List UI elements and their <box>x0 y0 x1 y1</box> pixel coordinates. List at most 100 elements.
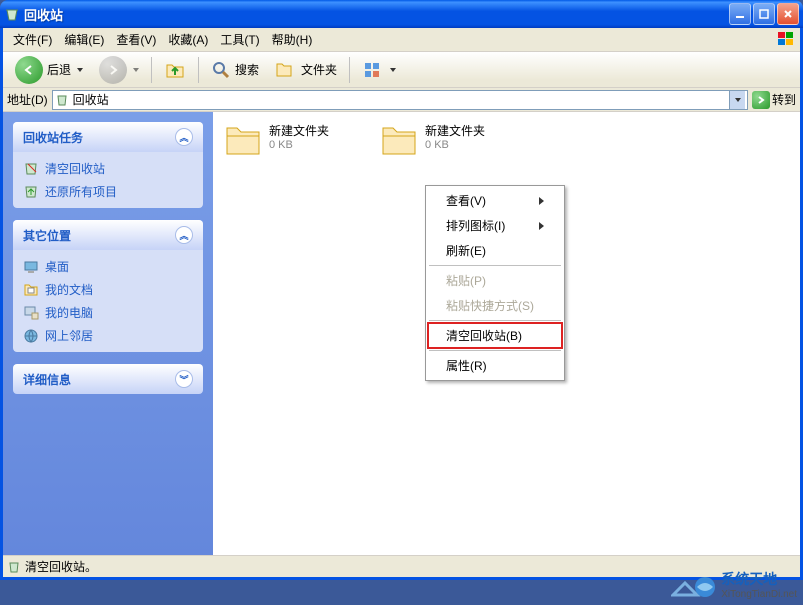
panel-details: 详细信息 ︾ <box>13 364 203 394</box>
watermark: 系统天地 XiTongTianDi.net <box>671 567 797 601</box>
watermark-logo-icon <box>671 567 717 601</box>
search-icon <box>211 60 231 80</box>
place-label: 桌面 <box>45 258 69 275</box>
go-arrow-icon <box>752 91 770 109</box>
panel-other-places: 其它位置 ︽ 桌面 我的文档 我的电脑 <box>13 220 203 352</box>
separator <box>349 57 350 83</box>
back-label: 后退 <box>47 61 71 78</box>
ctx-refresh[interactable]: 刷新(E) <box>428 238 562 263</box>
ctx-paste-shortcut: 粘贴快捷方式(S) <box>428 293 562 318</box>
place-label: 我的电脑 <box>45 304 93 321</box>
task-label: 还原所有项目 <box>45 183 117 200</box>
go-label: 转到 <box>772 91 796 108</box>
address-input[interactable]: 回收站 <box>52 90 748 110</box>
chevron-down-icon: ︾ <box>175 370 193 388</box>
separator <box>429 350 561 351</box>
ctx-view[interactable]: 查看(V) <box>428 188 562 213</box>
panel-recycle-tasks: 回收站任务 ︽ 清空回收站 还原所有项目 <box>13 122 203 208</box>
ctx-paste: 粘贴(P) <box>428 268 562 293</box>
forward-button[interactable] <box>93 53 145 87</box>
item-meta: 0 KB <box>269 139 329 151</box>
computer-icon <box>23 305 39 321</box>
title-bar: 回收站 <box>0 0 803 28</box>
recycle-bin-icon <box>7 560 21 574</box>
panel-header-places[interactable]: 其它位置 ︽ <box>13 220 203 250</box>
place-label: 我的文档 <box>45 281 93 298</box>
go-button[interactable]: 转到 <box>752 91 796 109</box>
folders-icon <box>275 60 297 80</box>
documents-icon <box>23 282 39 298</box>
window-title: 回收站 <box>24 5 729 24</box>
panel-title: 详细信息 <box>23 371 71 388</box>
folder-up-icon <box>164 59 186 81</box>
separator <box>429 320 561 321</box>
watermark-title: 系统天地 <box>721 569 797 589</box>
ctx-label: 排列图标(I) <box>446 217 505 234</box>
place-network[interactable]: 网上邻居 <box>23 327 193 344</box>
menu-tools[interactable]: 工具(T) <box>214 29 265 50</box>
status-text: 清空回收站。 <box>25 558 97 575</box>
ctx-empty-recycle-bin[interactable]: 清空回收站(B) <box>428 323 562 348</box>
recycle-bin-icon <box>4 6 20 22</box>
address-value: 回收站 <box>73 91 725 108</box>
minimize-button[interactable] <box>729 3 751 25</box>
ctx-properties[interactable]: 属性(R) <box>428 353 562 378</box>
address-label: 地址(D) <box>7 91 48 108</box>
folder-icon <box>223 122 263 158</box>
place-my-documents[interactable]: 我的文档 <box>23 281 193 298</box>
separator <box>198 57 199 83</box>
place-desktop[interactable]: 桌面 <box>23 258 193 275</box>
menu-help[interactable]: 帮助(H) <box>266 29 319 50</box>
back-arrow-icon <box>15 56 43 84</box>
sidebar: 回收站任务 ︽ 清空回收站 还原所有项目 其它位置 <box>3 112 213 555</box>
item-meta: 0 KB <box>425 139 485 151</box>
folders-label: 文件夹 <box>301 61 337 78</box>
item-name: 新建文件夹 <box>269 122 329 139</box>
task-restore-all[interactable]: 还原所有项目 <box>23 183 193 200</box>
recycle-bin-icon <box>55 93 69 107</box>
task-empty-recycle-bin[interactable]: 清空回收站 <box>23 160 193 177</box>
ctx-label: 粘贴快捷方式(S) <box>446 297 534 314</box>
maximize-button[interactable] <box>753 3 775 25</box>
ctx-label: 粘贴(P) <box>446 272 486 289</box>
context-menu: 查看(V) 排列图标(I) 刷新(E) 粘贴(P) 粘贴快捷方式(S) 清空回收… <box>425 185 565 381</box>
list-item[interactable]: 新建文件夹 0 KB <box>379 122 485 158</box>
empty-recycle-icon <box>23 161 39 177</box>
address-bar: 地址(D) 回收站 转到 <box>3 88 800 112</box>
ctx-label: 刷新(E) <box>446 242 486 259</box>
menu-edit[interactable]: 编辑(E) <box>58 29 110 50</box>
submenu-arrow-icon <box>539 197 544 205</box>
folders-button[interactable]: 文件夹 <box>269 57 343 83</box>
list-item[interactable]: 新建文件夹 0 KB <box>223 122 329 158</box>
chevron-down-icon <box>390 68 396 72</box>
restore-icon <box>23 184 39 200</box>
chevron-up-icon: ︽ <box>175 128 193 146</box>
panel-header-tasks[interactable]: 回收站任务 ︽ <box>13 122 203 152</box>
chevron-down-icon <box>133 68 139 72</box>
views-button[interactable] <box>356 57 402 83</box>
address-dropdown-button[interactable] <box>729 91 745 109</box>
panel-header-details[interactable]: 详细信息 ︾ <box>13 364 203 394</box>
up-button[interactable] <box>158 56 192 84</box>
item-name: 新建文件夹 <box>425 122 485 139</box>
menu-favorites[interactable]: 收藏(A) <box>162 29 214 50</box>
menu-view[interactable]: 查看(V) <box>110 29 162 50</box>
place-label: 网上邻居 <box>45 327 93 344</box>
menu-file[interactable]: 文件(F) <box>7 29 58 50</box>
chevron-down-icon <box>77 68 83 72</box>
menu-bar: 文件(F) 编辑(E) 查看(V) 收藏(A) 工具(T) 帮助(H) <box>3 28 800 52</box>
place-my-computer[interactable]: 我的电脑 <box>23 304 193 321</box>
desktop-icon <box>23 259 39 275</box>
watermark-url: XiTongTianDi.net <box>721 589 797 600</box>
network-icon <box>23 328 39 344</box>
ctx-arrange-icons[interactable]: 排列图标(I) <box>428 213 562 238</box>
back-button[interactable]: 后退 <box>9 53 89 87</box>
submenu-arrow-icon <box>539 222 544 230</box>
folder-icon <box>379 122 419 158</box>
chevron-up-icon: ︽ <box>175 226 193 244</box>
ctx-label: 查看(V) <box>446 192 486 209</box>
search-button[interactable]: 搜索 <box>205 57 265 83</box>
close-button[interactable] <box>777 3 799 25</box>
search-label: 搜索 <box>235 61 259 78</box>
forward-arrow-icon <box>99 56 127 84</box>
